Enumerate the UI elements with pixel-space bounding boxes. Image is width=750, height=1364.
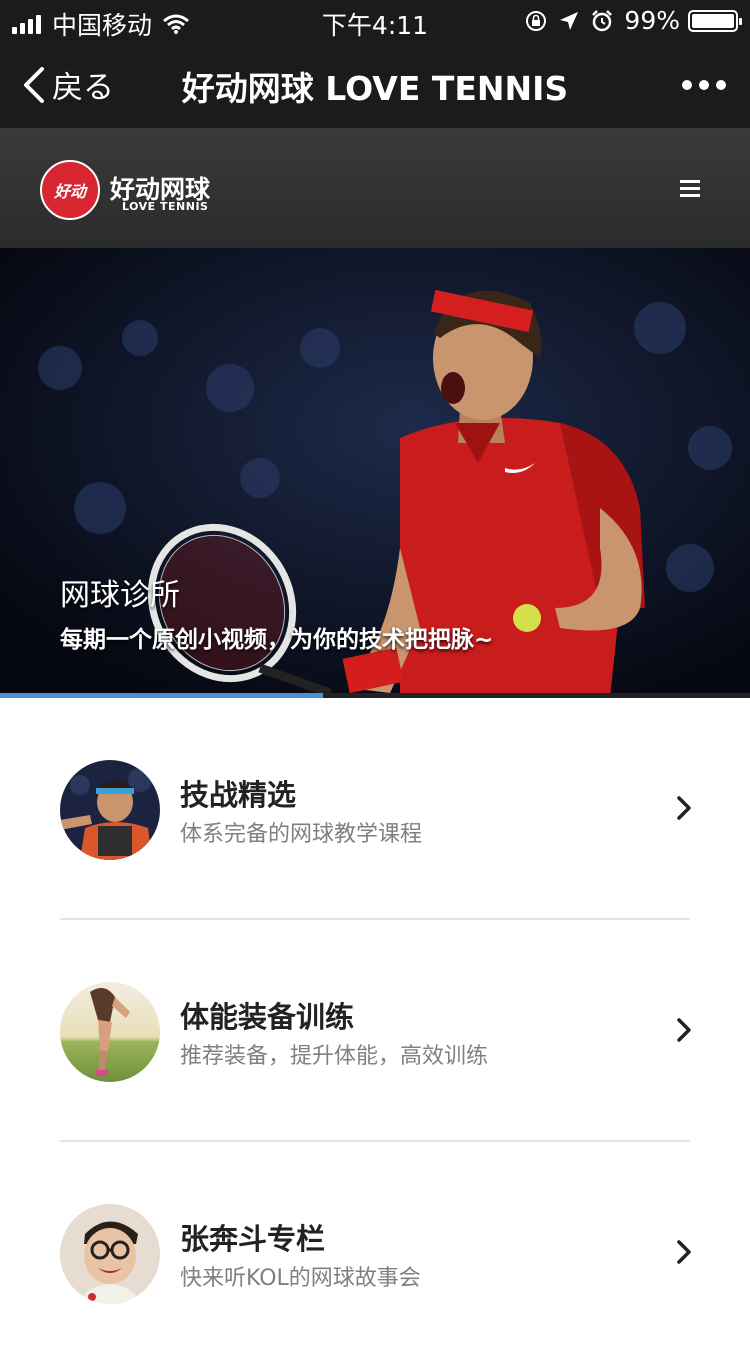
battery-icon [688, 9, 742, 32]
banner-title: 网球诊所 [60, 578, 180, 613]
site-header: 好动 好动网球 LOVE TENNIS [0, 128, 750, 248]
runner-avatar [60, 982, 160, 1082]
banner-subtitle: 每期一个原创小视频，为你的技术把把脉~ [60, 627, 494, 653]
more-dot [682, 80, 692, 90]
logo-subtitle: LOVE TENNIS [122, 200, 209, 213]
status-right: 99% [524, 6, 742, 35]
more-dot [699, 80, 709, 90]
chevron-right-icon [677, 1018, 691, 1042]
chevron-right-icon [677, 796, 691, 820]
hero-banner[interactable]: 网球诊所 每期一个原创小视频，为你的技术把把脉~ [0, 248, 750, 698]
menu-list: 技战精选 体系完备的网球教学课程 体能装备训练 推荐装备，提升体能，高效训练 张… [0, 698, 750, 1364]
status-bar: 中国移动 下午4:11 99% [0, 0, 750, 40]
battery-percent: 99% [624, 6, 680, 35]
more-button[interactable] [675, 80, 726, 90]
logo[interactable]: 好动 [40, 160, 100, 220]
item-title: 体能装备训练 [180, 1000, 355, 1034]
item-subtitle: 快来听KOL的网球故事会 [180, 1266, 421, 1291]
player-avatar [60, 760, 160, 860]
location-icon [560, 11, 579, 30]
battery-fill [692, 13, 734, 28]
item-subtitle: 体系完备的网球教学课程 [180, 822, 423, 847]
page-title: 好动网球 LOVE TENNIS [181, 69, 569, 108]
alarm-icon [592, 9, 613, 31]
nav-bar: 戻る 好动网球 LOVE TENNIS [0, 40, 750, 128]
list-item-technique[interactable]: 技战精选 体系完备的网球教学课程 [0, 698, 750, 920]
chevron-right-icon [677, 1240, 691, 1264]
hamburger-icon[interactable] [680, 180, 700, 201]
rotation-lock-icon [526, 10, 547, 31]
item-subtitle: 推荐装备，提升体能，高效训练 [180, 1044, 489, 1069]
list-item-fitness[interactable]: 体能装备训练 推荐装备，提升体能，高效训练 [0, 920, 750, 1142]
item-title: 技战精选 [180, 778, 297, 812]
list-item-column[interactable]: 张奔斗专栏 快来听KOL的网球故事会 [0, 1142, 750, 1364]
caricature-avatar [60, 1204, 160, 1304]
item-title: 张奔斗专栏 [180, 1222, 326, 1256]
logo-mark: 好动 [53, 182, 86, 201]
more-dot [716, 80, 726, 90]
